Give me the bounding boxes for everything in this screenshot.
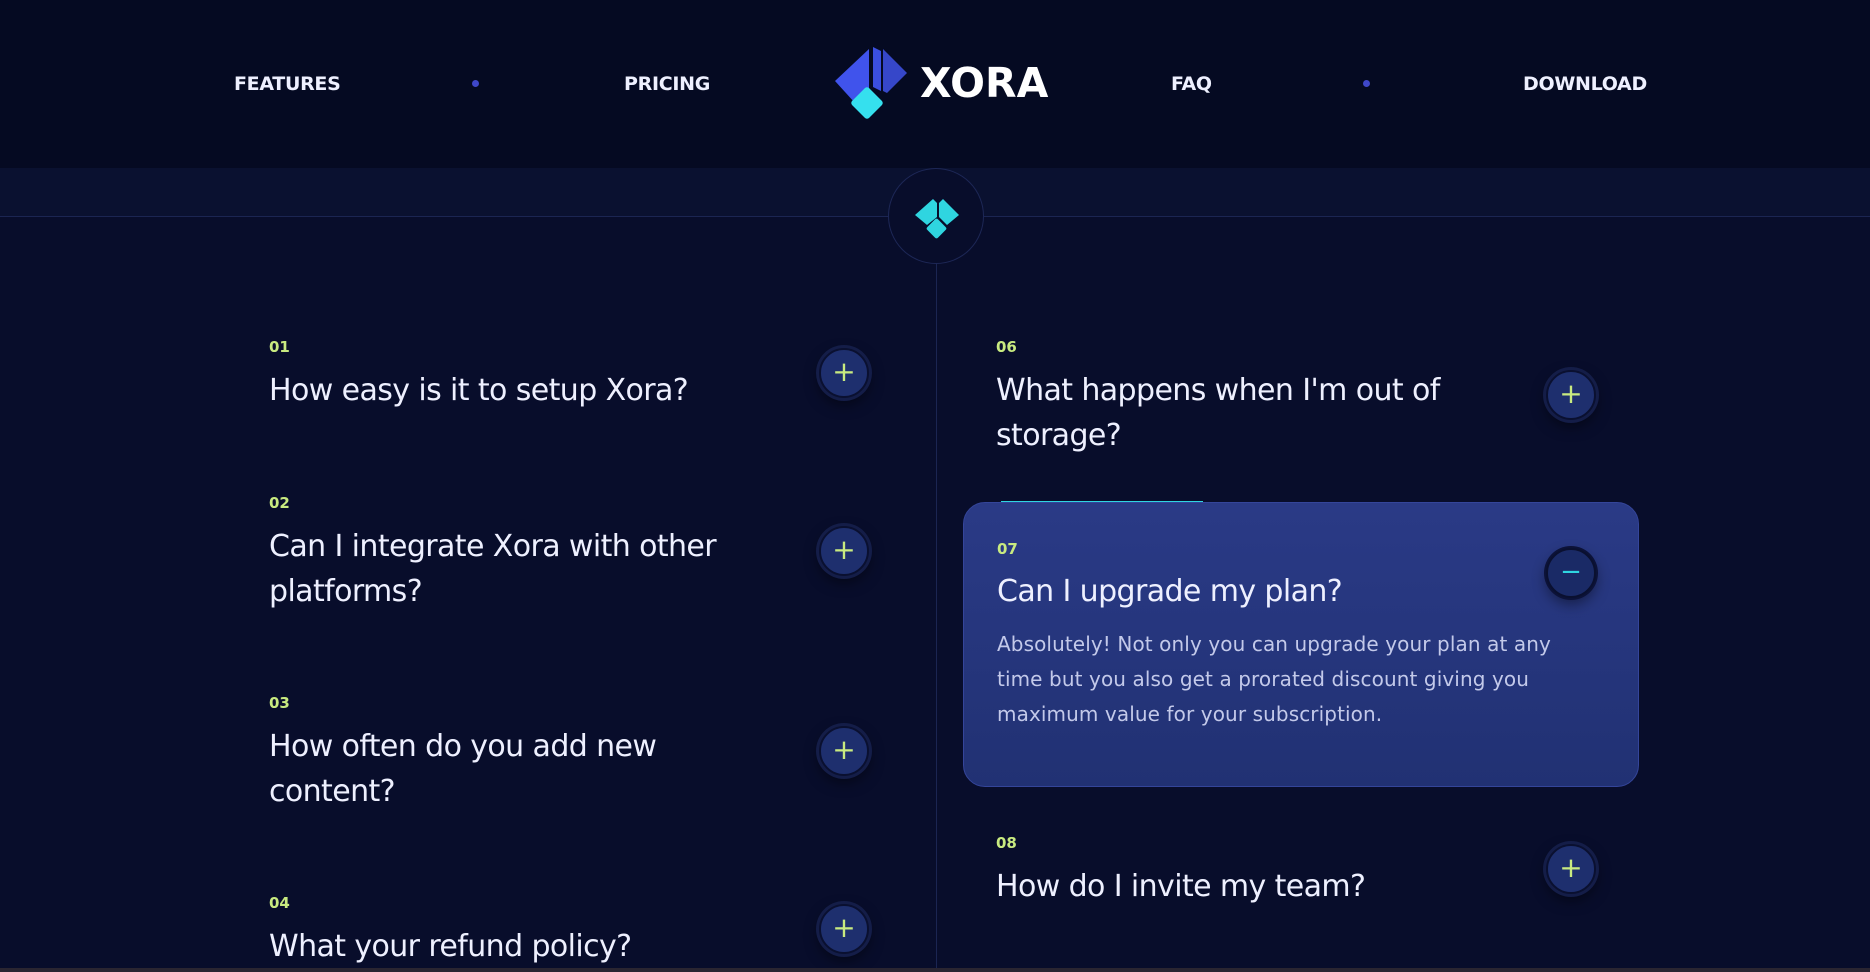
plus-icon: + bbox=[832, 355, 856, 388]
faq-number: 06 bbox=[996, 338, 1017, 356]
faq-question: How easy is it to setup Xora? bbox=[269, 373, 689, 408]
expand-button[interactable]: + bbox=[1546, 844, 1596, 894]
faq-number: 02 bbox=[269, 494, 290, 512]
brand-logo[interactable]: XORA bbox=[835, 47, 1049, 121]
faq-number: 08 bbox=[996, 834, 1017, 852]
plus-icon: + bbox=[1559, 377, 1583, 410]
plus-icon: + bbox=[1559, 851, 1583, 884]
faq-number: 04 bbox=[269, 894, 290, 912]
collapse-button[interactable]: − bbox=[1546, 548, 1596, 598]
nav-link-faq[interactable]: FAQ bbox=[1171, 72, 1212, 96]
faq-item-06[interactable]: 06 What happens when I'm out of storage?… bbox=[996, 338, 1616, 468]
column-divider bbox=[936, 216, 937, 972]
faq-number: 01 bbox=[269, 338, 290, 356]
plus-icon: + bbox=[832, 911, 856, 944]
expand-button[interactable]: + bbox=[819, 526, 869, 576]
page-bottom-edge bbox=[0, 968, 1870, 972]
faq-item-03[interactable]: 03 How often do you add new content? + bbox=[269, 694, 889, 844]
minus-icon: − bbox=[1560, 557, 1582, 587]
faq-number: 03 bbox=[269, 694, 290, 712]
faq-question: What happens when I'm out of storage? bbox=[996, 373, 1440, 453]
faq-question: What your refund policy? bbox=[269, 929, 632, 964]
faq-item-02[interactable]: 02 Can I integrate Xora with other platf… bbox=[269, 494, 889, 644]
faq-question: How often do you add new content? bbox=[269, 729, 657, 809]
faq-item-08[interactable]: 08 How do I invite my team? + bbox=[996, 834, 1616, 934]
nav-dot-separator bbox=[472, 80, 479, 87]
faq-number: 07 bbox=[997, 540, 1018, 558]
xora-logo-icon bbox=[835, 47, 907, 119]
faq-item-04[interactable]: 04 What your refund policy? + bbox=[269, 894, 889, 968]
faq-item-01[interactable]: 01 How easy is it to setup Xora? + bbox=[269, 338, 889, 458]
nav-link-features[interactable]: FEATURES bbox=[234, 72, 341, 96]
nav-dot-separator bbox=[1363, 80, 1370, 87]
faq-question: Can I integrate Xora with other platform… bbox=[269, 529, 717, 609]
expand-button[interactable]: + bbox=[819, 726, 869, 776]
nav-link-download[interactable]: DOWNLOAD bbox=[1523, 72, 1647, 96]
expand-button[interactable]: + bbox=[819, 348, 869, 398]
faq-page: FEATURES PRICING XORA FAQ DOWNLOAD 01 Ho… bbox=[0, 0, 1870, 972]
faq-answer: Absolutely! Not only you can upgrade you… bbox=[997, 632, 1551, 726]
xora-mark-icon bbox=[915, 199, 959, 239]
center-badge bbox=[888, 168, 984, 264]
plus-icon: + bbox=[832, 533, 856, 566]
faq-item-07-expanded[interactable]: 07 Can I upgrade my plan? − Absolutely! … bbox=[963, 502, 1639, 787]
site-header: FEATURES PRICING XORA FAQ DOWNLOAD bbox=[0, 0, 1870, 168]
nav-link-pricing[interactable]: PRICING bbox=[624, 72, 710, 96]
expand-button[interactable]: + bbox=[1546, 370, 1596, 420]
faq-question: How do I invite my team? bbox=[996, 869, 1366, 904]
faq-question: Can I upgrade my plan? bbox=[997, 574, 1343, 609]
brand-name: XORA bbox=[920, 59, 1049, 107]
expand-button[interactable]: + bbox=[819, 904, 869, 954]
plus-icon: + bbox=[832, 733, 856, 766]
